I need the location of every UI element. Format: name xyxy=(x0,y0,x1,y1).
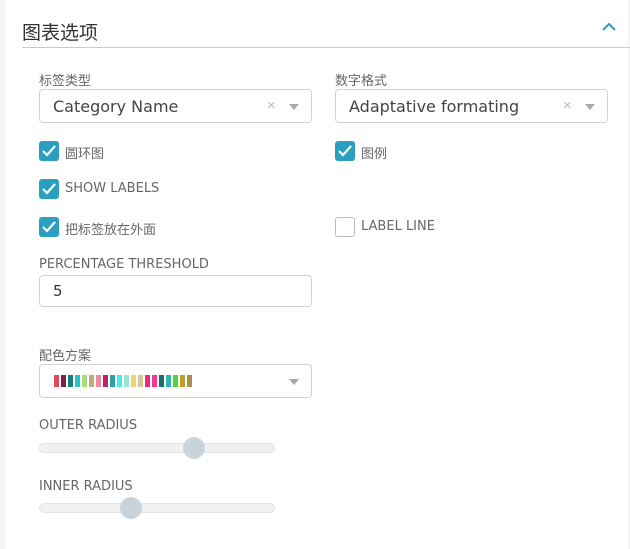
caret-down-icon[interactable] xyxy=(289,379,299,385)
color-swatch xyxy=(131,375,136,387)
color-swatch xyxy=(103,375,108,387)
donut-checkbox[interactable] xyxy=(39,141,59,161)
chevron-up-icon[interactable] xyxy=(602,22,616,32)
clear-icon[interactable]: × xyxy=(267,97,276,114)
clear-icon[interactable]: × xyxy=(563,97,572,114)
color-swatch xyxy=(68,375,73,387)
color-swatch xyxy=(166,375,171,387)
legend-label: 图例 xyxy=(361,147,388,162)
outer-radius-thumb[interactable] xyxy=(183,437,206,459)
label-type-label: 标签类型 xyxy=(39,74,92,89)
label-type-value: Category Name xyxy=(53,97,179,116)
caret-down-icon[interactable] xyxy=(289,104,299,110)
color-swatch xyxy=(82,375,87,387)
color-swatch xyxy=(110,375,115,387)
number-format-value: Adaptative formating xyxy=(349,97,520,116)
labels-outside-checkbox[interactable] xyxy=(39,217,59,237)
color-swatch xyxy=(124,375,129,387)
color-swatch xyxy=(75,375,80,387)
number-format-label: 数字格式 xyxy=(335,74,388,89)
panel-header[interactable]: 图表选项 xyxy=(22,10,630,48)
color-scheme-select[interactable] xyxy=(39,364,312,398)
checkmark-icon xyxy=(42,183,56,195)
color-scheme-label: 配色方案 xyxy=(39,349,92,364)
color-swatch xyxy=(61,375,66,387)
outer-radius-slider[interactable] xyxy=(39,437,275,459)
color-swatch xyxy=(187,375,192,387)
percentage-threshold-input[interactable]: 5 xyxy=(39,275,312,307)
color-swatch xyxy=(180,375,185,387)
color-swatch xyxy=(152,375,157,387)
panel-title: 图表选项 xyxy=(22,22,99,44)
caret-down-icon[interactable] xyxy=(585,104,595,110)
outer-radius-label: OUTER RADIUS xyxy=(39,418,138,433)
chart-options-panel: 图表选项 标签类型 Category Name × 数字格式 Adaptativ… xyxy=(6,0,630,549)
labels-outside-label: 把标签放在外面 xyxy=(65,223,157,238)
color-swatch xyxy=(54,375,59,387)
color-swatch xyxy=(159,375,164,387)
inner-radius-thumb[interactable] xyxy=(120,497,143,519)
label-line-checkbox[interactable] xyxy=(335,217,355,237)
label-type-select[interactable]: Category Name × xyxy=(39,89,312,123)
color-swatch xyxy=(138,375,143,387)
legend-checkbox[interactable] xyxy=(335,141,355,161)
color-swatch xyxy=(145,375,150,387)
inner-radius-label: INNER RADIUS xyxy=(39,479,133,494)
checkmark-icon xyxy=(338,145,352,157)
color-swatch xyxy=(89,375,94,387)
checkmark-icon xyxy=(42,221,56,233)
inner-radius-slider[interactable] xyxy=(39,497,275,519)
color-swatch xyxy=(173,375,178,387)
color-swatches xyxy=(54,375,194,387)
number-format-select[interactable]: Adaptative formating × xyxy=(335,89,608,123)
show-labels-checkbox[interactable] xyxy=(39,179,59,199)
show-labels-label: SHOW LABELS xyxy=(65,181,160,196)
color-swatch xyxy=(96,375,101,387)
checkmark-icon xyxy=(42,145,56,157)
percentage-threshold-label: PERCENTAGE THRESHOLD xyxy=(39,257,209,272)
label-line-label: LABEL LINE xyxy=(361,219,435,234)
color-swatch xyxy=(117,375,122,387)
donut-label: 圆环图 xyxy=(65,147,105,162)
